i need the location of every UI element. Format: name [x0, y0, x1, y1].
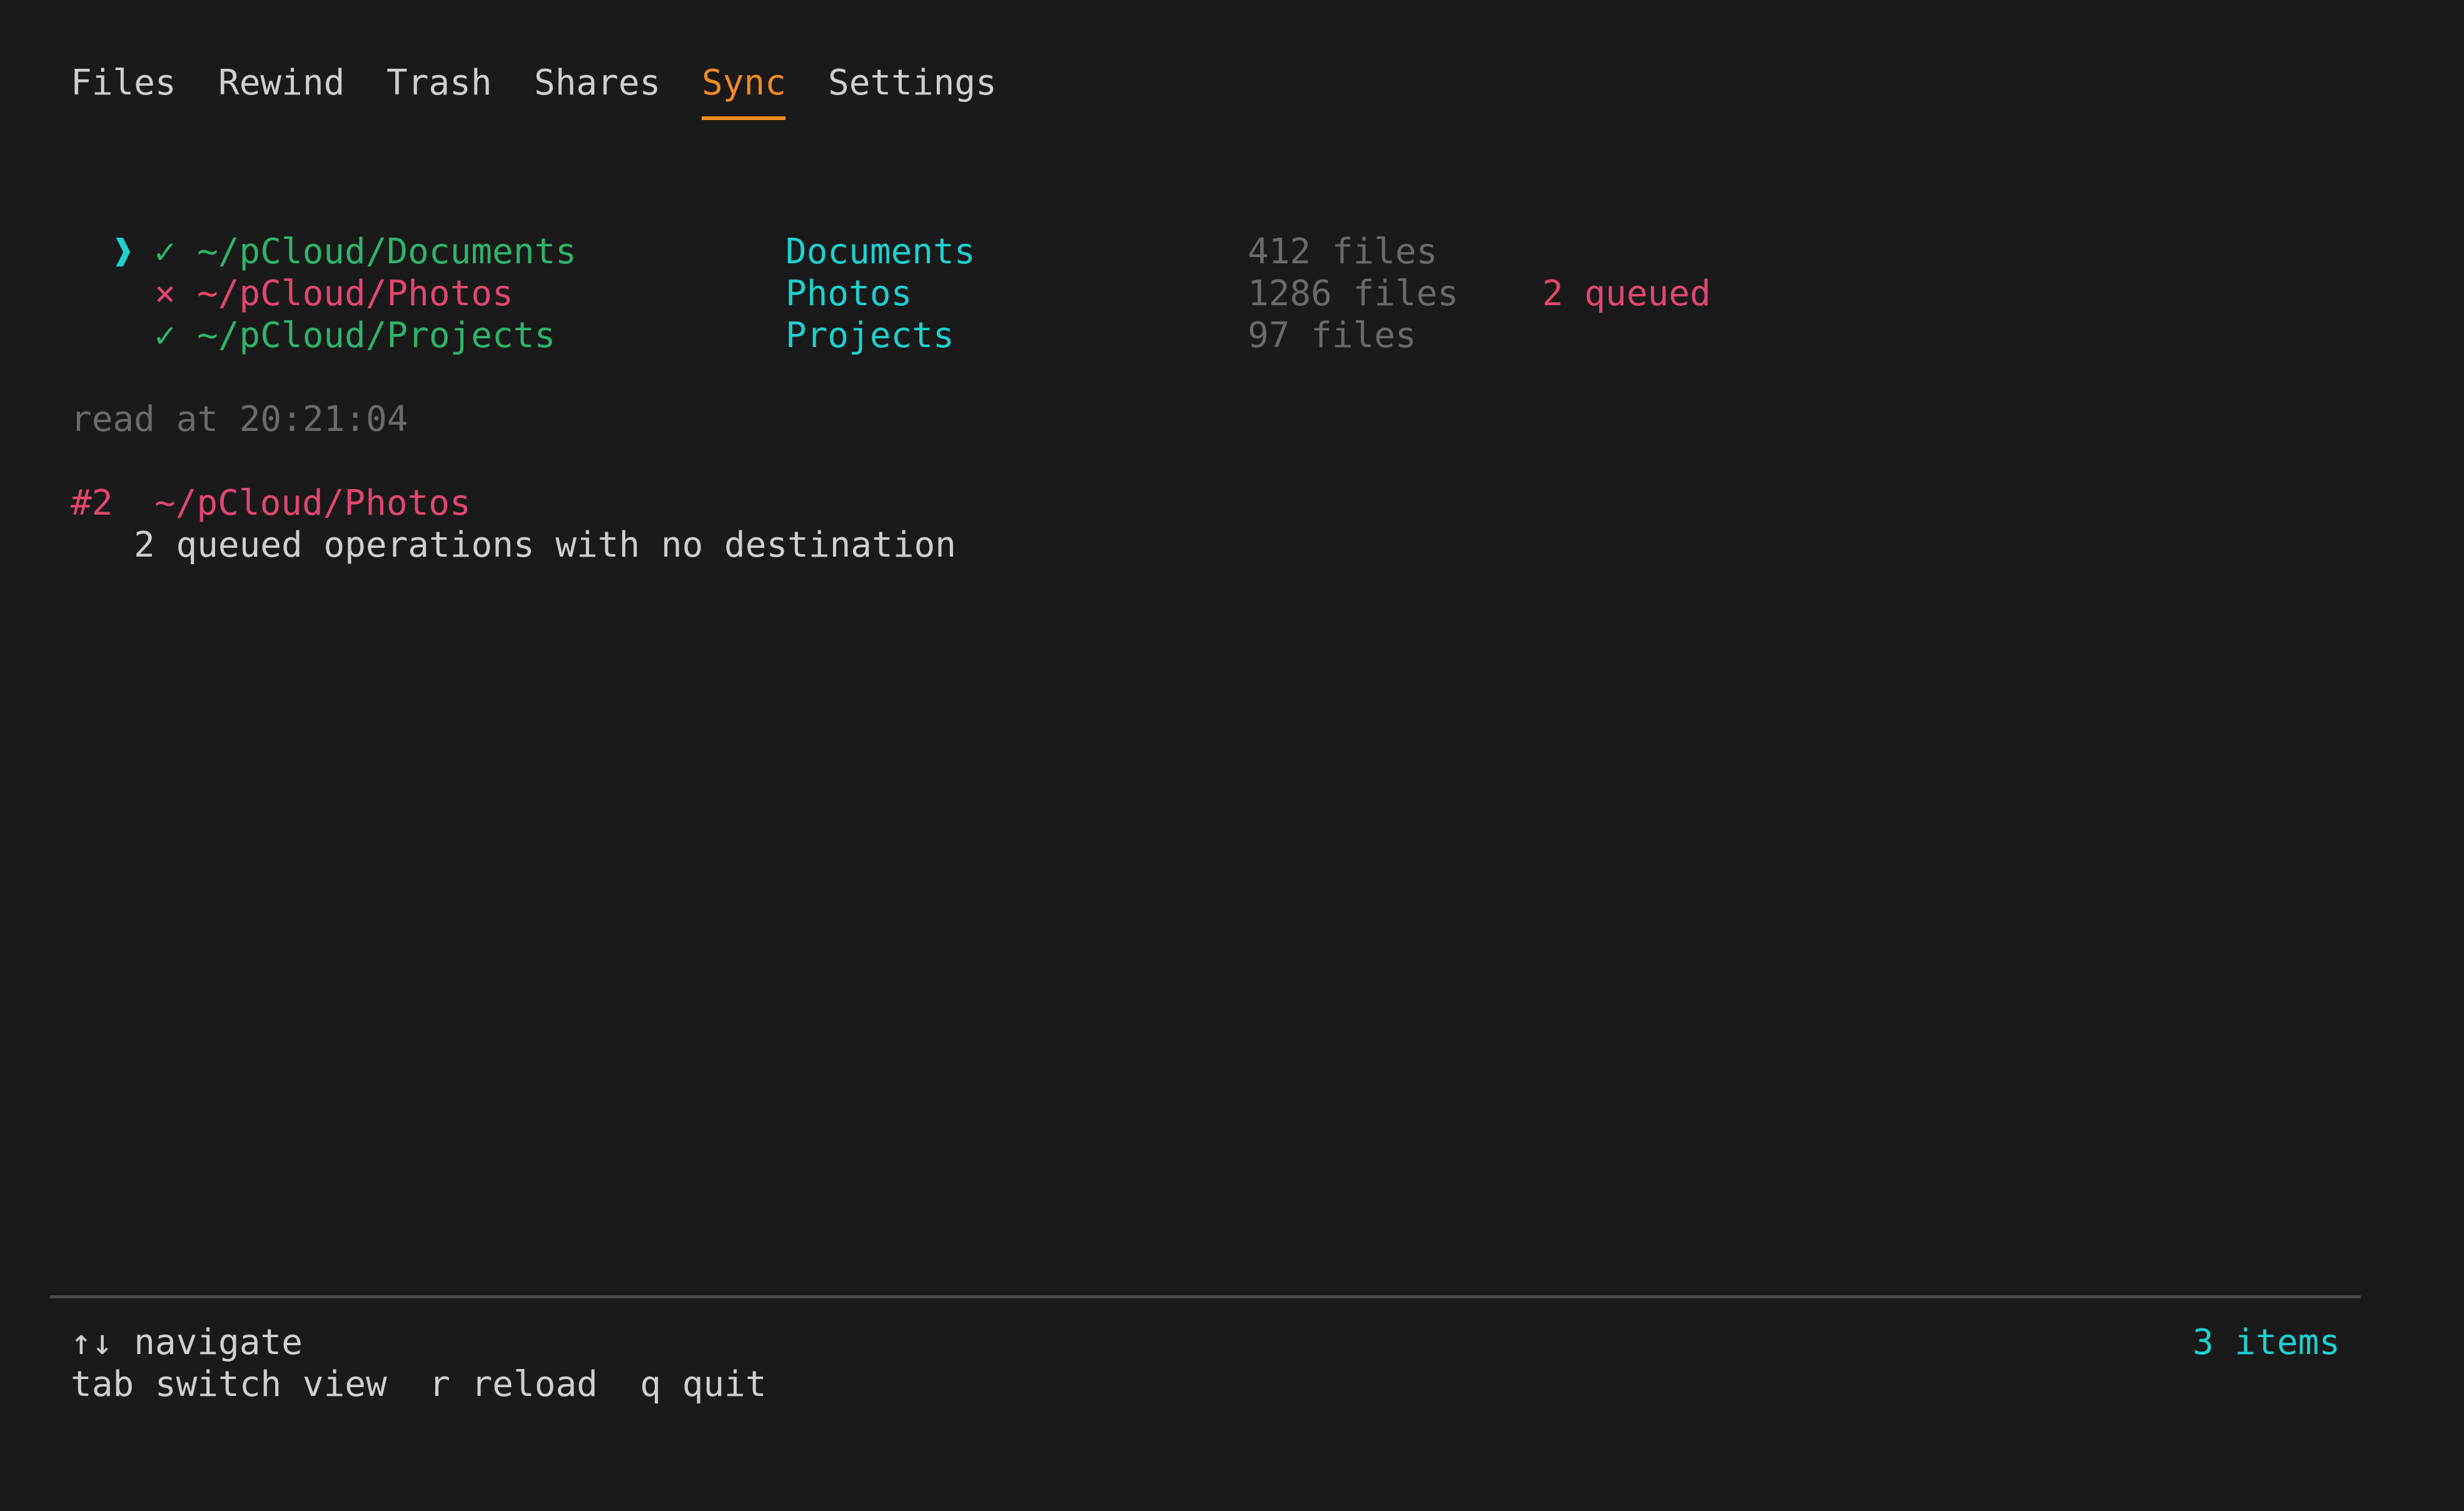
file-count: 412 files [1248, 231, 1438, 272]
local-path: ~/pCloud/Photos [197, 273, 513, 314]
file-count: 1286 files [1248, 273, 1459, 314]
detail-message: 2 queued operations with no destination [134, 525, 956, 565]
tab-settings[interactable]: Settings [828, 63, 997, 103]
remote-folder: Documents [785, 231, 976, 272]
tab-files[interactable]: Files [71, 63, 176, 103]
nav-hint: ↑↓ navigate [71, 1322, 303, 1363]
error-x-icon: × [154, 273, 176, 314]
file-count: 97 files [1248, 315, 1416, 356]
local-path: ~/pCloud/Documents [197, 231, 577, 272]
check-icon: ✓ [154, 231, 176, 272]
detail-path: ~/pCloud/Photos [154, 483, 471, 523]
tab-sync[interactable]: Sync [702, 63, 786, 103]
footer-divider [50, 1295, 2361, 1298]
check-icon: ✓ [154, 315, 176, 356]
read-timestamp: read at 20:21:04 [71, 399, 408, 440]
active-tab-indicator [702, 116, 785, 120]
tab-rewind[interactable]: Rewind [218, 63, 345, 103]
detail-id: #2 [71, 483, 113, 523]
remote-folder: Projects [785, 315, 954, 356]
keys-hint: tab switch view r reload q quit [71, 1364, 767, 1405]
local-path: ~/pCloud/Projects [197, 315, 556, 356]
item-count: 3 items [2192, 1322, 2340, 1363]
remote-folder: Photos [785, 273, 912, 314]
tab-trash[interactable]: Trash [386, 63, 492, 103]
queued-count: 2 queued [1542, 273, 1711, 314]
tab-shares[interactable]: Shares [534, 63, 660, 103]
selection-cursor-icon: ❱ [113, 231, 134, 272]
